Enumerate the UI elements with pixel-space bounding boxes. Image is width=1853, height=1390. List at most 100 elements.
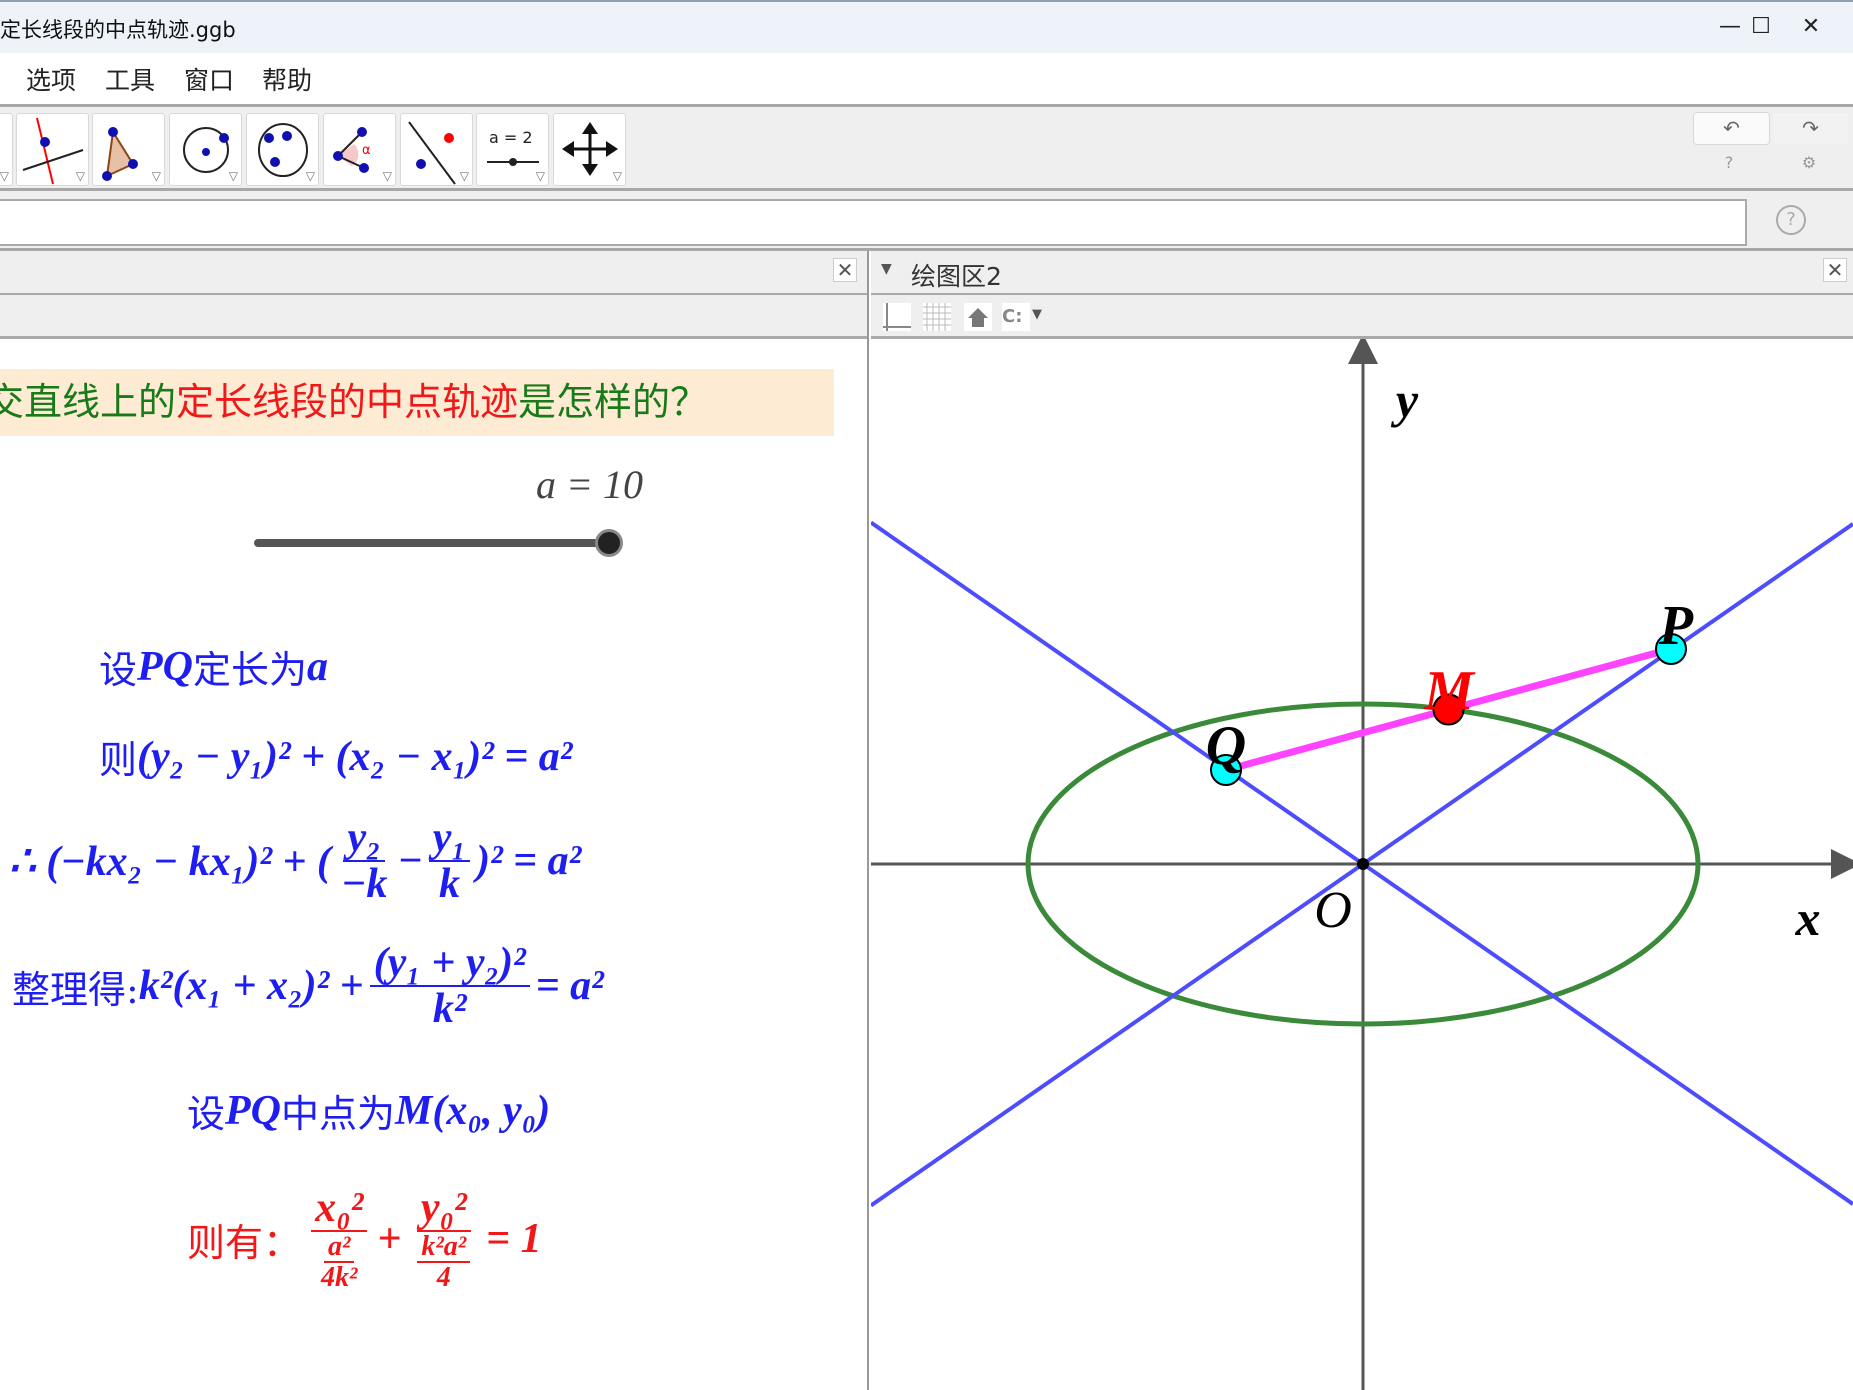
slider-track[interactable] — [254, 539, 609, 547]
question-banner: 交直线上的定长线段的中点轨迹是怎样的？ — [0, 369, 834, 436]
fraction: y₁ k — [428, 816, 471, 908]
collapse-triangle-icon[interactable]: ▼ — [881, 261, 892, 277]
algebra-panel-header — [0, 251, 867, 295]
fraction-numerator: y₀² — [416, 1186, 471, 1233]
menu-bar: 选项 工具 窗口 帮助 — [0, 53, 1853, 104]
slider-tool[interactable]: a = 2 ▽ — [476, 113, 549, 186]
nested-fraction: a² 4k² — [317, 1232, 361, 1293]
input-help-icon[interactable]: ? — [1776, 205, 1806, 235]
angle-tool[interactable]: α ▽ — [323, 113, 396, 186]
graphics-panel-title: 绘图区2 — [911, 262, 1002, 291]
home-icon[interactable] — [964, 303, 992, 331]
toolbar-help-icon[interactable]: ? — [1714, 153, 1744, 172]
math-text: 设 — [187, 1092, 226, 1136]
point-capture-button[interactable]: C: — [1002, 303, 1030, 331]
menu-window[interactable]: 窗口 — [184, 61, 234, 97]
label-y-axis: y — [1391, 372, 1419, 428]
math-text: k²(x₁ + x₂)² + — [138, 963, 364, 1010]
label-P: P — [1658, 595, 1694, 657]
fraction-numerator: x₀² — [311, 1186, 368, 1233]
move-graphics-view-tool[interactable]: ▽ — [553, 113, 626, 186]
dropdown-triangle-icon: ▽ — [305, 169, 315, 183]
math-text: 则 — [99, 738, 138, 782]
polygon-tool[interactable]: ▽ — [92, 113, 165, 186]
fraction-denominator: −k — [340, 861, 388, 908]
nested-fraction: k²a² 4 — [417, 1232, 471, 1294]
label-x-axis: x — [1795, 890, 1821, 946]
input-bar: ? — [0, 191, 1853, 251]
math-line-6: 则有： x₀² a² 4k² + y₀² k²a² 4 = 1 — [187, 1186, 542, 1293]
undo-button[interactable]: ↶ — [1693, 112, 1770, 145]
math-text: 设 — [99, 648, 138, 692]
fraction-denominator: k²a² 4 — [407, 1232, 480, 1293]
fraction-denominator: 4 — [436, 1262, 451, 1294]
banner-text-1: 交直线上的 — [0, 380, 177, 424]
dropdown-triangle-icon: ▽ — [535, 169, 545, 183]
tool-partial[interactable]: ▽ — [0, 113, 13, 186]
math-line-1: 设 PQ 定长为 a — [99, 639, 328, 694]
dropdown-triangle-icon: ▽ — [612, 169, 622, 183]
fraction: (y₁ + y₂)² k² — [369, 941, 530, 1031]
fraction-numerator: (y₁ + y₂)² — [369, 941, 530, 988]
fraction: x₀² a² 4k² — [307, 1186, 371, 1293]
axes-toggle-icon[interactable] — [883, 303, 911, 331]
math-line-3: ∴ (−kx₂ − kx₁)² + ( y₂ −k − y₁ k )² = a² — [9, 816, 581, 906]
slider-handle[interactable] — [595, 529, 623, 557]
dropdown-triangle-icon: ▽ — [228, 169, 238, 183]
label-O: O — [1314, 882, 1352, 939]
window-title: 定长线段的中点轨迹.ggb — [0, 18, 236, 42]
circle-tool[interactable]: ▽ — [169, 113, 242, 186]
math-text: ∴ (−kx₂ − kx₁)² + ( — [9, 839, 331, 886]
math-line-2: 则 (y₂ − y₁)² + (x₂ − x₁)² = a² — [99, 729, 572, 784]
math-text: 中点为 — [281, 1092, 396, 1136]
math-text: PQ — [225, 1087, 282, 1134]
math-text: (y₂ − y₁)² + (x₂ − x₁)² = a² — [137, 733, 573, 780]
math-text: − — [397, 838, 423, 885]
banner-text-2: 定长线段的中点轨迹 — [176, 380, 519, 424]
math-text: + — [377, 1216, 402, 1263]
dropdown-triangle-icon: ▽ — [75, 169, 85, 183]
menu-options[interactable]: 选项 — [26, 61, 76, 97]
perpendicular-line-tool[interactable]: ▽ — [16, 113, 89, 186]
algebra-panel: ✕ 交直线上的定长线段的中点轨迹是怎样的？ a = 10 设 PQ 定长为 a 则 (y… — [0, 251, 869, 1390]
menu-help[interactable]: 帮助 — [262, 61, 312, 97]
settings-gear-icon[interactable]: ⚙ — [1794, 153, 1824, 172]
banner-text-3: 是怎样的？ — [518, 380, 709, 424]
reflect-tool[interactable]: ▽ — [400, 113, 473, 186]
math-line-4: 整理得: k²(x₁ + x₂)² + (y₁ + y₂)² k² = a² — [12, 941, 604, 1031]
graphics-canvas[interactable]: P M Q O x y — [871, 339, 1853, 1390]
math-text: )² = a² — [476, 838, 582, 885]
math-line-5: 设 PQ 中点为 M(x₀, y₀) — [187, 1083, 550, 1138]
label-Q: Q — [1206, 715, 1246, 777]
conic-tool[interactable]: ▽ — [246, 113, 319, 186]
dropdown-triangle-icon: ▽ — [382, 169, 392, 183]
grid-toggle-icon[interactable] — [923, 303, 951, 331]
algebra-panel-toolbar — [0, 295, 867, 339]
fraction-numerator: a² — [324, 1232, 355, 1264]
math-text: a — [307, 643, 329, 690]
menu-tools[interactable]: 工具 — [105, 61, 155, 97]
close-graphics-panel-button[interactable]: ✕ — [1823, 258, 1847, 282]
fraction-denominator: k — [438, 861, 460, 908]
toolbar: ▽ ▽ ▽ ▽ ▽ α ▽ ▽ a = 2 ▽ ▽ ↶ ↷ ? ⚙ — [0, 104, 1853, 191]
title-bar: 定长线段的中点轨迹.ggb — ☐ ✕ — [0, 0, 1853, 53]
dropdown-triangle-icon: ▽ — [151, 169, 161, 183]
math-text: 定长为 — [193, 648, 308, 692]
math-text: M(x₀, y₀) — [395, 1087, 551, 1134]
close-panel-button[interactable]: ✕ — [833, 258, 857, 282]
redo-button[interactable]: ↷ — [1772, 112, 1849, 145]
close-window-button[interactable]: ✕ — [1781, 8, 1841, 46]
fraction-numerator: y₁ — [428, 816, 471, 863]
math-text: PQ — [137, 643, 194, 690]
fraction-numerator: y₂ — [343, 816, 385, 863]
label-M: M — [1423, 660, 1476, 722]
algebra-input-field[interactable] — [0, 199, 1747, 246]
chevron-down-icon[interactable]: ▼ — [1032, 307, 1042, 322]
svg-text:α: α — [362, 143, 371, 158]
math-text: 整理得: — [12, 967, 139, 1012]
graphics-panel-header: ▼ 绘图区2 ✕ — [871, 251, 1853, 295]
fraction-numerator: k²a² — [417, 1232, 471, 1264]
slider-value-label: a = 10 — [536, 462, 643, 507]
origin-point — [1357, 858, 1369, 870]
fraction: y₂ −k — [337, 816, 391, 906]
